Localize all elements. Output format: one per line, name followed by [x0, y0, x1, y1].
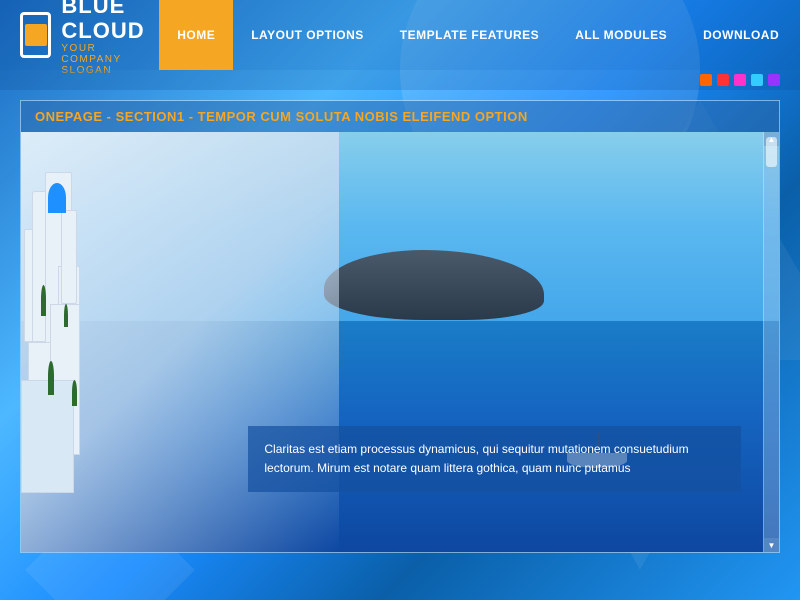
main-content-area: ONEPAGE - SECTION1 - TEMPOR CUM SOLUTA N…	[20, 100, 780, 553]
logo-square	[25, 24, 47, 46]
main-nav: HOME LAYOUT OPTIONS TEMPLATE FEATURES AL…	[159, 0, 797, 70]
pink-color-dot[interactable]	[734, 74, 746, 86]
scrollbar-thumb[interactable]	[766, 137, 777, 167]
logo-icon	[20, 12, 51, 58]
nav-item-home[interactable]: HOME	[159, 0, 233, 70]
hero-scene: Claritas est etiam processus dynamicus, …	[21, 132, 779, 552]
color-dots-row	[0, 70, 800, 90]
dome	[48, 183, 67, 213]
section-heading: ONEPAGE - SECTION1 - TEMPOR CUM SOLUTA N…	[21, 101, 779, 132]
hero-text: Claritas est etiam processus dynamicus, …	[264, 442, 688, 475]
building-complex	[21, 153, 155, 531]
building-8	[61, 210, 77, 305]
logo-title: BLUE CLOUD	[61, 0, 159, 43]
hero-area: Claritas est etiam processus dynamicus, …	[21, 132, 779, 552]
tree-2	[64, 304, 68, 327]
purple-color-dot[interactable]	[768, 74, 780, 86]
tree-4	[72, 380, 77, 406]
logo-text-area: BLUE CLOUD YOUR COMPANY SLOGAN	[61, 0, 159, 76]
nav-item-all-modules[interactable]: ALL MODULES	[557, 0, 685, 70]
orange-color-dot[interactable]	[700, 74, 712, 86]
nav-item-template-features[interactable]: TEMPLATE FEATURES	[382, 0, 557, 70]
nav-item-download[interactable]: DOWNLOAD	[685, 0, 797, 70]
red-color-dot[interactable]	[717, 74, 729, 86]
logo-area: BLUE CLOUD YOUR COMPANY SLOGAN	[20, 0, 159, 76]
scrollbar-arrow-down[interactable]: ▼	[764, 538, 779, 552]
header: BLUE CLOUD YOUR COMPANY SLOGAN HOME LAYO…	[0, 0, 800, 70]
cyan-color-dot[interactable]	[751, 74, 763, 86]
nav-item-layout-options[interactable]: LAYOUT OPTIONS	[233, 0, 382, 70]
building-7	[21, 380, 74, 493]
hero-text-overlay: Claritas est etiam processus dynamicus, …	[248, 426, 741, 492]
scrollbar[interactable]: ▲ ▼	[763, 132, 779, 552]
